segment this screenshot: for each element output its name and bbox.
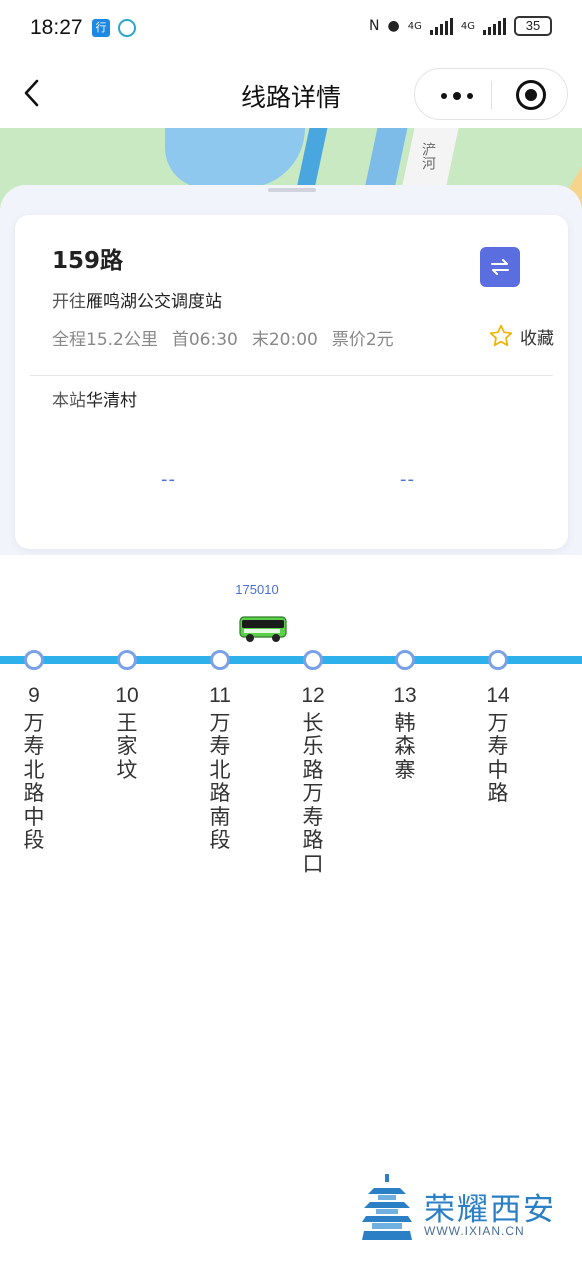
mini-program-capsule: [414, 68, 568, 120]
network-label-1: 4G: [407, 20, 422, 32]
route-fare: 票价2元: [331, 330, 394, 350]
app-notification-icon: 行: [92, 19, 110, 37]
stop-item[interactable]: 9 万寿北路中段: [19, 684, 49, 853]
card-divider: [30, 375, 553, 376]
swap-direction-icon: [491, 259, 509, 275]
stop-number: 9: [28, 684, 40, 707]
direction-prefix: 开往: [52, 292, 86, 312]
bus-icon[interactable]: [239, 615, 287, 643]
switch-direction-button[interactable]: [480, 247, 520, 287]
favorite-button[interactable]: 收藏: [488, 323, 554, 349]
stop-node[interactable]: [488, 650, 508, 670]
eta-second-bus: --: [400, 469, 415, 490]
sheet-drag-handle[interactable]: [268, 188, 316, 192]
route-distance: 全程15.2公里: [52, 330, 158, 350]
current-station-prefix: 本站: [52, 391, 86, 411]
battery-icon: 35: [514, 16, 552, 36]
stop-item[interactable]: 13 韩森寨: [390, 684, 420, 782]
network-label-2: 4G: [460, 20, 475, 32]
stop-number: 13: [393, 684, 417, 707]
stop-name: 万寿北路南段: [209, 710, 231, 852]
close-mini-program-button[interactable]: [516, 80, 546, 110]
status-bar: 18:27 行 N ● 4G 4G 35: [0, 0, 582, 60]
route-meta: 全程15.2公里 首06:30 末20:00 票价2元: [52, 325, 394, 350]
stop-name: 万寿中路: [487, 710, 509, 805]
stop-node[interactable]: [24, 650, 44, 670]
capsule-divider: [491, 81, 492, 109]
stop-node[interactable]: [117, 650, 137, 670]
map-road-label: 浐河: [420, 142, 436, 170]
nav-bar: 线路详情: [0, 60, 582, 128]
nfc-icon: N: [369, 18, 380, 34]
route-name: 159路: [52, 248, 124, 274]
watermark: 荣耀西安 WWW.IXIAN.CN: [362, 1172, 562, 1242]
signal-icon-1: [429, 17, 453, 35]
stop-name: 王家坟: [116, 710, 138, 782]
stop-node[interactable]: [210, 650, 230, 670]
first-bus-time: 首06:30: [171, 330, 238, 350]
last-bus-time: 末20:00: [251, 330, 318, 350]
stop-item[interactable]: 12 长乐路万寿路口: [298, 684, 328, 876]
map-lake: [165, 128, 305, 188]
stop-name: 长乐路万寿路口: [302, 710, 324, 876]
stop-item[interactable]: 10 王家坟: [112, 684, 142, 782]
current-station: 本站华清村: [52, 386, 137, 411]
route-direction: 开往雁鸣湖公交调度站: [52, 287, 222, 312]
eta-next-bus: --: [161, 469, 176, 490]
app-notification-icon-2: [118, 19, 136, 37]
pagoda-logo-icon: [362, 1174, 412, 1240]
direction-destination: 雁鸣湖公交调度站: [86, 292, 222, 312]
watermark-url: WWW.IXIAN.CN: [424, 1224, 525, 1238]
more-dots-icon: [441, 93, 447, 99]
stop-item[interactable]: 11 万寿北路南段: [205, 684, 235, 853]
status-icons: N ● 4G 4G 35: [369, 16, 552, 36]
stop-item[interactable]: 14 万寿中路: [483, 684, 513, 806]
star-icon: [489, 324, 513, 347]
status-time: 18:27: [30, 16, 83, 39]
stop-number: 11: [209, 684, 231, 707]
bus-plate-id: 175010: [235, 582, 279, 597]
stop-number: 14: [486, 684, 510, 707]
signal-icon-2: [483, 17, 506, 35]
stop-name: 韩森寨: [394, 710, 416, 782]
current-station-name: 华清村: [86, 391, 137, 411]
more-button[interactable]: [433, 81, 489, 109]
stop-node[interactable]: [303, 650, 323, 670]
location-icon: ●: [387, 18, 400, 34]
route-info-card: 159路 开往雁鸣湖公交调度站 全程15.2公里 首06:30 末20:00 票…: [15, 215, 568, 549]
stop-node[interactable]: [395, 650, 415, 670]
stop-number: 10: [115, 684, 139, 707]
watermark-title: 荣耀西安: [424, 1192, 556, 1228]
favorite-label: 收藏: [520, 328, 554, 349]
stop-number: 12: [301, 684, 325, 707]
stop-name: 万寿北路中段: [23, 710, 45, 852]
